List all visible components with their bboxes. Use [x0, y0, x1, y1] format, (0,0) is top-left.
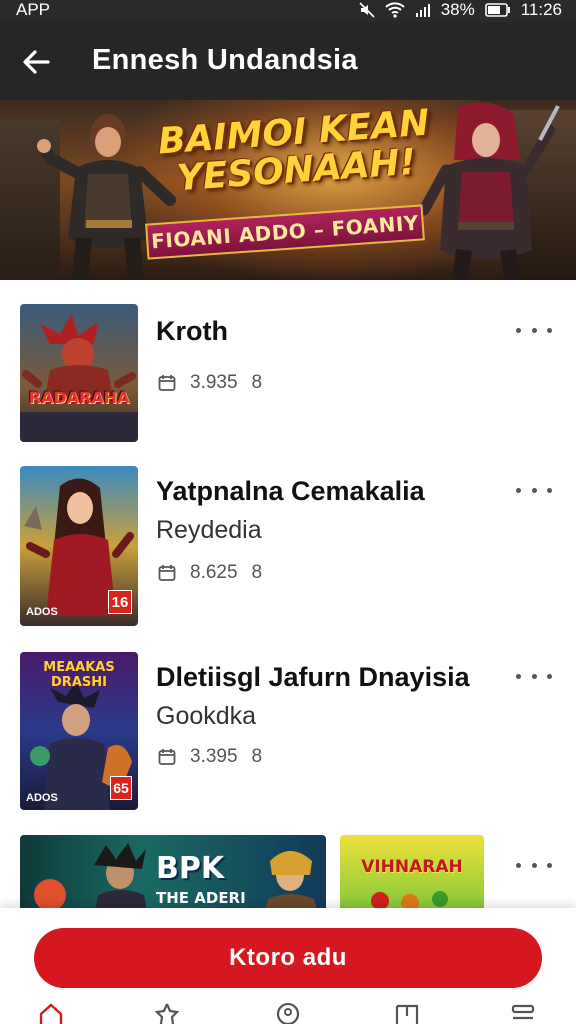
item-subtitle: Gookdka [156, 702, 257, 730]
item-meta-count: 8.625 [190, 562, 238, 583]
calendar-icon [158, 375, 176, 391]
card-b-label: VIHNARAH [361, 857, 463, 877]
more-options-button[interactable] [516, 666, 552, 686]
more-dots-icon [516, 673, 521, 679]
nav-library[interactable] [390, 1002, 424, 1024]
item-title: Dletiisgl Jafurn Dnayisia [156, 662, 470, 692]
more-dots-icon [516, 327, 521, 333]
home-icon [39, 1003, 63, 1024]
menu-icon [511, 1004, 535, 1020]
more-dots-icon [516, 487, 521, 493]
item-meta-count: 3.395 [190, 746, 238, 767]
item-meta: 8.625 8 [158, 562, 262, 584]
status-bar: APP 38% 11:26 [0, 0, 576, 22]
item-title: Yatpnalna Cemakalia [156, 476, 425, 506]
battery-percent: 38% [440, 0, 475, 19]
thumbnail-corner-label: ADOS [26, 606, 58, 618]
item-meta-count: 3.935 [190, 372, 238, 393]
calendar-icon [158, 749, 176, 765]
thumbnail-badge: 16 [108, 590, 132, 614]
card-a-subline: THE ADERI [156, 889, 246, 907]
more-options-button[interactable] [516, 320, 552, 340]
bottom-action-area: Ktoro adu [0, 908, 576, 1024]
list-item[interactable]: MEAAKAS DRASHI ADOS 65 Dletiisgl Jafurn … [0, 652, 576, 812]
mute-icon [359, 2, 375, 18]
thumbnail-corner-label: ADOS [26, 792, 58, 804]
item-title: Kroth [156, 316, 228, 346]
wifi-icon [384, 2, 405, 18]
back-arrow-icon [23, 50, 50, 74]
primary-cta-button[interactable]: Ktoro adu [34, 928, 542, 988]
star-icon [154, 1003, 180, 1024]
nav-featured[interactable] [150, 1002, 184, 1024]
featured-card-vihnarah[interactable]: VIHNARAH [340, 835, 484, 915]
featured-card-bpk[interactable]: BPK THE ADERI [20, 835, 326, 915]
status-time: 11:26 [520, 0, 562, 19]
card-a-headline: BPK [156, 851, 225, 886]
item-meta-extra: 8 [251, 562, 263, 583]
screen: APP 38% 11:26 Ennesh Undandsia BAIMOI KE… [0, 0, 576, 1024]
status-app-label: APP [16, 0, 51, 19]
list-item[interactable]: RADARAHA Kroth 3.935 8 [0, 304, 576, 444]
page-title: Ennesh Undandsia [92, 44, 358, 76]
item-thumbnail: ADOS 16 [20, 466, 138, 626]
item-meta: 3.935 8 [158, 372, 262, 394]
thumbnail-badge: 65 [110, 776, 132, 800]
item-meta-extra: 8 [251, 372, 263, 393]
item-thumbnail: MEAAKAS DRASHI ADOS 65 [20, 652, 138, 810]
item-subtitle: Reydedia [156, 516, 262, 544]
item-meta-extra: 8 [251, 746, 263, 767]
nav-menu[interactable] [506, 1002, 540, 1024]
item-meta: 3.395 8 [158, 746, 262, 768]
app-bar: Ennesh Undandsia [0, 22, 576, 100]
back-button[interactable] [16, 42, 56, 82]
signal-icon [415, 4, 430, 17]
more-options-button[interactable] [516, 855, 552, 875]
battery-icon [484, 3, 510, 17]
list-item[interactable]: ADOS 16 Yatpnalna Cemakalia Reydedia 8.6… [0, 466, 576, 628]
status-right-group: 38% 11:26 [359, 0, 562, 20]
more-options-button[interactable] [516, 480, 552, 500]
bottom-navigation [0, 1002, 576, 1024]
calendar-icon [158, 565, 176, 581]
item-thumbnail: RADARAHA [20, 304, 138, 442]
thumbnail-character-illustration [20, 314, 138, 442]
nav-location[interactable] [271, 1002, 305, 1024]
book-icon [395, 1004, 419, 1024]
thumbnail-title-text: RADARAHA [28, 388, 130, 407]
more-dots-icon [516, 862, 521, 868]
promo-banner[interactable]: BAIMOI KEAN YESONAAH! FIOANI ADDO – FOAN… [0, 100, 576, 280]
thumbnail-title-text: MEAAKAS DRASHI [43, 660, 115, 690]
nav-home[interactable] [34, 1002, 68, 1024]
pin-icon [276, 1002, 300, 1024]
